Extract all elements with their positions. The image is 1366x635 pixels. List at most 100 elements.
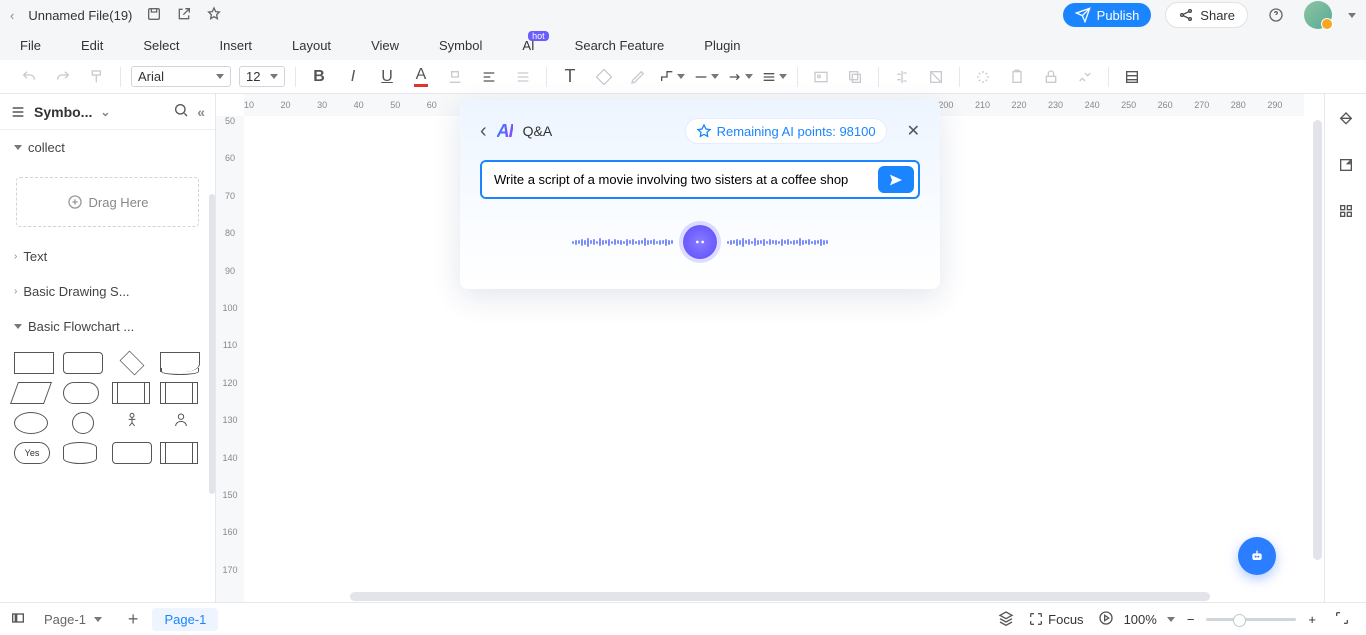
fullscreen-icon[interactable]	[1328, 610, 1356, 629]
avatar[interactable]	[1304, 1, 1332, 29]
shape-outline-button[interactable]	[591, 64, 617, 90]
shape-user[interactable]	[160, 412, 201, 434]
focus-button[interactable]: Focus	[1020, 611, 1091, 627]
collapse-sidebar-icon[interactable]: «	[197, 104, 205, 120]
menu-file[interactable]: File	[0, 38, 61, 53]
shape-rectangle[interactable]	[14, 352, 54, 374]
avatar-chevron-icon[interactable]	[1348, 13, 1356, 18]
section-text[interactable]: ›Text	[0, 239, 215, 274]
settings-button[interactable]	[1072, 64, 1098, 90]
flowchart-shapes: Yes	[0, 344, 215, 472]
shape-database[interactable]	[63, 442, 97, 464]
menu-select[interactable]: Select	[123, 38, 199, 53]
grid-attach-button[interactable]	[1119, 64, 1145, 90]
ai-close-icon[interactable]: ✕	[907, 121, 920, 141]
highlight-button[interactable]	[442, 64, 468, 90]
zoom-chevron-icon[interactable]	[1167, 617, 1175, 622]
undo-button[interactable]	[16, 64, 42, 90]
bold-button[interactable]: B	[306, 64, 332, 90]
share-label: Share	[1200, 8, 1235, 23]
menu-search-feature[interactable]: Search Feature	[555, 38, 685, 53]
shape-connector[interactable]	[63, 412, 104, 434]
layers-icon[interactable]	[998, 610, 1014, 629]
plus-icon	[67, 194, 83, 210]
menu-symbol[interactable]: Symbol	[419, 38, 502, 53]
back-icon[interactable]: ‹	[10, 8, 14, 23]
help-icon[interactable]	[1262, 1, 1290, 29]
ai-points-badge[interactable]: Remaining AI points: 98100	[685, 118, 887, 144]
text-color-button[interactable]: A	[408, 64, 434, 90]
menu-plugin[interactable]: Plugin	[684, 38, 760, 53]
ai-prompt-input[interactable]	[482, 162, 874, 197]
shape-rounded-rectangle[interactable]	[63, 352, 103, 374]
shape-data[interactable]	[10, 382, 52, 404]
add-page-button[interactable]: +	[120, 609, 147, 630]
shape-actor[interactable]	[112, 412, 153, 434]
fill-tool-icon[interactable]	[1335, 108, 1357, 130]
pages-menu-icon[interactable]	[10, 610, 26, 629]
menu-ai[interactable]: AIhot	[502, 38, 554, 53]
presentation-icon[interactable]	[1098, 610, 1114, 629]
image-button[interactable]	[808, 64, 834, 90]
font-size-select[interactable]: 12	[239, 66, 285, 87]
title-bar: ‹ Unnamed File(19) Publish Share	[0, 0, 1366, 30]
ai-back-icon[interactable]: ‹	[480, 120, 487, 143]
shape-predefined-process[interactable]	[112, 382, 150, 404]
open-external-icon[interactable]	[176, 6, 192, 25]
page-tab-active[interactable]: Page-1	[152, 608, 218, 631]
clipboard-button[interactable]	[1004, 64, 1030, 90]
shape-terminator[interactable]	[63, 382, 99, 404]
section-basic-drawing[interactable]: ›Basic Drawing S...	[0, 274, 215, 309]
section-collect[interactable]: collect	[0, 130, 215, 165]
ai-send-button[interactable]	[878, 166, 914, 193]
shape-ellipse[interactable]	[14, 412, 48, 434]
publish-button[interactable]: Publish	[1063, 3, 1152, 27]
line-weight-button[interactable]	[761, 64, 787, 90]
sidebar-scrollbar[interactable]	[209, 194, 215, 494]
align-left-button[interactable]	[476, 64, 502, 90]
effects-button[interactable]	[970, 64, 996, 90]
export-icon[interactable]	[1335, 154, 1357, 176]
pen-tool-button[interactable]	[625, 64, 651, 90]
menu-insert[interactable]: Insert	[200, 38, 273, 53]
shape-card[interactable]	[112, 442, 152, 464]
zoom-out-button[interactable]: −	[1181, 612, 1201, 627]
text-tool-button[interactable]: T	[557, 64, 583, 90]
align-vertical-button[interactable]	[510, 64, 536, 90]
align-objects-button[interactable]	[889, 64, 915, 90]
connector-button[interactable]	[659, 64, 685, 90]
zoom-in-button[interactable]: +	[1302, 612, 1322, 627]
canvas-horizontal-scrollbar[interactable]	[350, 592, 1210, 601]
ai-float-button[interactable]	[1238, 537, 1276, 575]
share-button[interactable]: Share	[1165, 2, 1248, 28]
copy-button[interactable]	[842, 64, 868, 90]
italic-button[interactable]: I	[340, 64, 366, 90]
shape-stored-data[interactable]	[160, 442, 198, 464]
format-painter-button[interactable]	[84, 64, 110, 90]
redo-button[interactable]	[50, 64, 76, 90]
crop-button[interactable]	[923, 64, 949, 90]
font-select[interactable]: Arial	[131, 66, 231, 87]
menu-layout[interactable]: Layout	[272, 38, 351, 53]
star-icon[interactable]	[206, 6, 222, 25]
section-basic-flowchart[interactable]: Basic Flowchart ...	[0, 309, 215, 344]
canvas-vertical-scrollbar[interactable]	[1313, 120, 1322, 560]
shape-yes-label[interactable]: Yes	[14, 442, 50, 464]
expand-chevron-icon[interactable]: ⌄	[100, 105, 110, 119]
lock-button[interactable]	[1038, 64, 1064, 90]
shape-internal-storage[interactable]	[160, 382, 198, 404]
zoom-slider[interactable]	[1206, 618, 1296, 621]
zoom-level[interactable]: 100%	[1120, 612, 1161, 627]
menu-edit[interactable]: Edit	[61, 38, 123, 53]
drag-target[interactable]: Drag Here	[16, 177, 199, 227]
shape-document[interactable]	[160, 352, 200, 372]
save-icon[interactable]	[146, 6, 162, 25]
line-style-button[interactable]	[693, 64, 719, 90]
underline-button[interactable]: U	[374, 64, 400, 90]
shape-decision[interactable]	[112, 352, 153, 374]
search-icon[interactable]	[173, 102, 189, 121]
apps-icon[interactable]	[1335, 200, 1357, 222]
arrow-style-button[interactable]	[727, 64, 753, 90]
menu-view[interactable]: View	[351, 38, 419, 53]
page-selector[interactable]: Page-1	[32, 608, 114, 631]
